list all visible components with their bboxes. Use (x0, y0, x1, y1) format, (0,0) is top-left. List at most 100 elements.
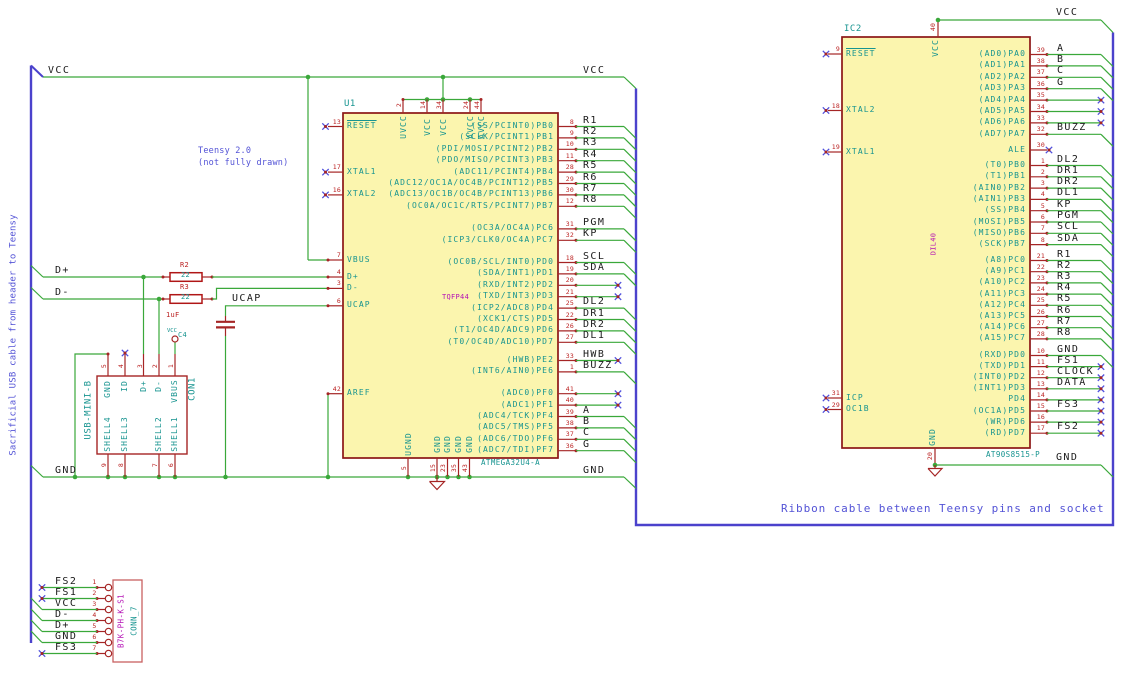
bus-entry-wire (1100, 133, 1114, 147)
net-label: SCL (583, 250, 606, 262)
net-label: R3 (583, 137, 598, 149)
bus-entry-wire (1100, 198, 1114, 212)
bus-entry-wire (1100, 338, 1114, 352)
usb-pin-name: GND (103, 379, 112, 398)
ic2-pin-number: 29 (831, 400, 840, 409)
pin-end-dot (326, 258, 330, 262)
bus-entry-wire (623, 450, 637, 464)
net-label: R1 (1057, 248, 1072, 260)
ic2-pin-number: 15 (1036, 402, 1045, 410)
bus-entry-wire (623, 476, 637, 489)
u1-pin-name: (TXD/INT3)PD3 (477, 291, 554, 301)
usb-pin-name: SHELL2 (154, 416, 163, 453)
ic2-pin-number: 4 (1040, 190, 1045, 199)
usb-pin-number: 5 (99, 363, 108, 369)
net-label: SDA (583, 261, 606, 273)
pin-end-dot (616, 283, 620, 287)
schematic-canvas: Sacrificial USB cable from header to Tee… (0, 0, 1131, 690)
u1-pin-number: 22 (565, 310, 574, 319)
pin-end-dot (1099, 420, 1103, 424)
bus-entry-wire (1100, 304, 1114, 318)
net-label: B (583, 415, 591, 427)
ic2-pin-name: XTAL2 (846, 105, 876, 114)
u1-pin-name: (INT6/AIN0)PE6 (471, 366, 554, 376)
ic2-pin-number: 12 (1036, 368, 1045, 377)
ic2-pin-number: 26 (1036, 307, 1045, 316)
r2-value: 22 (181, 271, 191, 279)
ic2-pin-name: (MOSI)PB5 (972, 216, 1026, 226)
ic2-pin-name: (A15)PC7 (978, 333, 1026, 343)
bus-entry-wire (623, 76, 637, 89)
u1-pin-name: (RXD/INT2)PD2 (477, 279, 554, 289)
ic2-pin-name: (WR)PD6 (984, 416, 1026, 426)
r2-reference: R2 (180, 261, 190, 269)
bus-entry-wire (1100, 282, 1114, 296)
ic2-pin-name: (AIN1)PB3 (972, 193, 1026, 203)
u1-pin-name: (PDI/MOSI/PCINT2)PB2 (435, 143, 554, 153)
u1-pin-name: (ADC12/OC1A/OC4B/PCINT12)PB5 (388, 178, 554, 187)
net-label: GND (1057, 343, 1080, 355)
conn7-reference: CONN_7 (129, 606, 139, 636)
u1-pin-number: 29 (565, 174, 574, 183)
ic2-pin-number: 33 (1036, 113, 1045, 122)
net-label: BUZZ (583, 359, 613, 371)
ic2-pin-number: 16 (1036, 413, 1045, 422)
con1-value: USB-MINI-B (83, 380, 94, 440)
u1-pin-name: (T1/OC4D/ADC9)PD6 (453, 325, 554, 335)
net-label: C (583, 427, 591, 439)
bus-entry-wire (1100, 327, 1114, 341)
net-label: R8 (583, 194, 598, 206)
junction-dot (440, 74, 446, 80)
ic2-pin-number: 22 (1036, 262, 1045, 271)
bus-entry-wire (30, 608, 43, 621)
note-sacrificial-usb: Sacrificial USB cable from header to Tee… (8, 214, 19, 456)
u1-pin-number: 8 (569, 117, 574, 126)
net-label: R6 (1057, 304, 1072, 316)
u1-pin-name: XTAL2 (347, 189, 377, 199)
ic2-pin-name: XTAL1 (846, 146, 876, 156)
pin-end-dot (1099, 365, 1103, 369)
ic2-pin-number: 11 (1036, 357, 1045, 366)
vcc-power-symbol-label: VCC (167, 328, 177, 334)
net-label: R7 (1057, 315, 1072, 327)
net-label: R5 (1057, 293, 1072, 305)
ic2-pin-number: 1 (1040, 156, 1045, 165)
net-label: A (1057, 42, 1065, 54)
ic2-pin-number: 23 (1036, 273, 1045, 282)
net-label: KP (1057, 198, 1072, 210)
bus-entry-wire (30, 630, 43, 643)
u1-pin-number: 43 (460, 463, 469, 473)
usb-pin-name: ID (120, 380, 129, 393)
bus-entry-wire (623, 330, 637, 344)
bus-entry-wire (1100, 19, 1114, 33)
dminus-net-label: D- (55, 287, 70, 298)
u1-pin-name: (ADC13/OC1B/OC4B/PCINT13)PB6 (388, 189, 554, 199)
u1-pin-name: (ADC6/TDO)PF6 (477, 433, 554, 443)
u1-pin-number: 12 (565, 197, 574, 206)
ic2-pin-name: VCC (931, 39, 940, 57)
bus-entry-wire (1100, 165, 1114, 178)
net-label: B (1057, 53, 1065, 65)
u1-pin-number: 37 (565, 430, 574, 439)
u1-pin-number: 2 (394, 102, 403, 108)
u1-pin-number: 16 (332, 185, 341, 194)
vcc-net-label-ic2: VCC (1056, 7, 1079, 18)
usb-pin-number: 3 (135, 363, 144, 369)
conn7-pin-number: 2 (92, 588, 97, 597)
net-label: CLOCK (1057, 365, 1095, 377)
u1-pin-number: 35 (449, 463, 458, 473)
bus-entry-wire (623, 239, 637, 253)
ic2-pin-number: 31 (831, 389, 840, 397)
u1-pin-name: (ADC5/TMS)PF5 (477, 422, 554, 432)
r3-value: 22 (181, 293, 191, 301)
ic2-pin-name: GND (928, 428, 937, 446)
conn7-pin-circle (104, 627, 113, 636)
usb-pin-number: 8 (116, 462, 125, 468)
net-label: D- (55, 608, 70, 620)
u1-pin-name: (OC0A/OC1C/RTS/PCINT7)PB7 (406, 200, 554, 210)
r3-reference: R3 (180, 283, 190, 291)
net-label: HWB (583, 348, 606, 360)
u1-pin-number: 17 (332, 163, 341, 172)
usb-pin-number: 7 (150, 462, 159, 468)
ic2-pin-number: 35 (1036, 91, 1045, 100)
